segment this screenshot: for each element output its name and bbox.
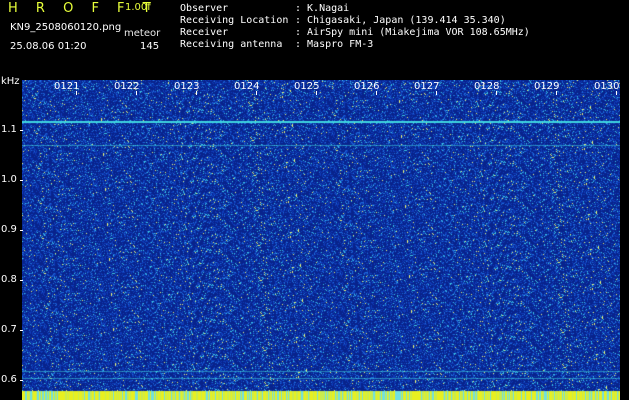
info-key: Observer [180,3,229,14]
info-value: : AirSpy mini (Miakejima VOR 108.65MHz) [295,27,530,38]
info-key: Receiving antenna [180,39,283,50]
info-observer: Observer : K.Nagai [180,3,349,14]
y-axis-unit: kHz [1,76,20,87]
y-tick [20,330,23,331]
time-tick [556,91,557,95]
y-tick [20,180,23,181]
time-tick [316,91,317,95]
y-label: 1.0 [1,174,17,185]
meteor-label: meteor [124,28,161,39]
y-label: 0.6 [1,374,17,385]
time-tick [436,91,437,95]
info-receiver: Receiver : AirSpy mini (Miakejima VOR 108… [180,27,530,38]
y-tick [20,230,23,231]
time-tick [76,91,77,95]
meteor-count: 145 [140,41,160,52]
time-tick [136,91,137,95]
info-key: Receiver [180,27,229,38]
info-value: : K.Nagai [295,3,350,14]
y-label: 0.7 [1,324,17,335]
info-key: Receiving Location [180,15,289,26]
y-tick [20,280,23,281]
info-value: : Chigasaki, Japan (139.414 35.340) [295,15,506,26]
time-tick [196,91,197,95]
info-antenna: Receiving antenna : Maspro FM-3 [180,39,373,50]
time-tick [256,91,257,95]
waterfall-spectrogram [22,80,620,400]
time-tick [496,91,497,95]
y-tick [20,130,23,131]
info-location: Receiving Location : Chigasaki, Japan (13… [180,15,506,26]
time-tick [376,91,377,95]
info-value: : Maspro FM-3 [295,39,374,50]
time-tick [616,91,617,95]
app-version: 1.00f [125,2,151,13]
file-name: KN9_2508060120.png [10,22,122,33]
y-label: 0.8 [1,274,17,285]
y-label: 1.1 [1,124,17,135]
date-time: 25.08.06 01:20 [10,41,87,52]
y-label: 0.9 [1,224,17,235]
y-tick [20,380,23,381]
